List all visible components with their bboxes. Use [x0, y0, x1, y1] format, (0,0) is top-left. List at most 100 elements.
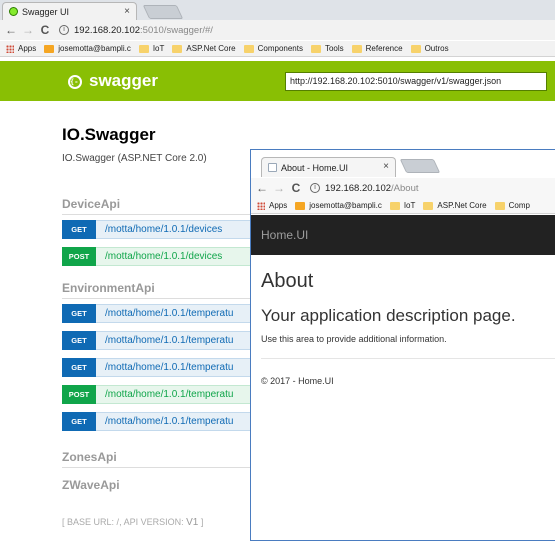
- api-description: IO.Swagger (ASP.NET Core 2.0): [62, 153, 207, 164]
- folder-icon: [172, 44, 183, 53]
- method-badge: GET: [62, 220, 96, 239]
- folder-icon: [351, 44, 362, 53]
- forward-arrow-icon[interactable]: →: [22, 23, 34, 37]
- page-footer: © 2017 - Home.UI: [261, 376, 334, 386]
- api-version-value: V1: [186, 517, 199, 528]
- reload-icon[interactable]: C: [39, 23, 51, 37]
- tab-swagger-ui[interactable]: Swagger UI ×: [2, 2, 137, 20]
- url-path: :5010/swagger/#/: [140, 24, 213, 36]
- swagger-logo-icon: {-}: [68, 75, 83, 89]
- address-bar[interactable]: i 192.168.20.102:5010/swagger/#/: [59, 25, 213, 36]
- page-body-text: Use this area to provide additional info…: [261, 334, 447, 344]
- bookmark-label: josemotta@bampli.c: [309, 201, 382, 210]
- browser-toolbar: ← → C i 192.168.20.102/About: [251, 178, 555, 198]
- back-arrow-icon[interactable]: ←: [5, 23, 17, 37]
- footer-bracket: [: [62, 517, 65, 527]
- info-icon[interactable]: i: [310, 183, 320, 193]
- folder-icon: [243, 44, 254, 53]
- tab-strip: About - Home.UI ×: [251, 150, 555, 178]
- operation-path: /motta/home/1.0.1/devices: [105, 224, 223, 235]
- bookmark-item[interactable]: ASP.Net Core: [423, 201, 487, 210]
- navbar-brand-link[interactable]: Home.UI: [261, 228, 308, 242]
- folder-icon: [423, 201, 434, 210]
- operation-path: /motta/home/1.0.1/temperatu: [105, 416, 234, 427]
- method-badge: POST: [62, 385, 96, 404]
- operation-path: /motta/home/1.0.1/temperatu: [105, 335, 234, 346]
- method-badge: GET: [62, 331, 96, 350]
- folder-icon: [310, 44, 321, 53]
- url-path: /About: [391, 182, 419, 194]
- mail-icon: [44, 44, 55, 53]
- bookmark-item[interactable]: Reference: [351, 44, 403, 53]
- bookmark-label: Tools: [324, 44, 344, 53]
- bookmark-item[interactable]: Outros: [410, 44, 449, 53]
- swagger-logo-text[interactable]: swagger: [89, 71, 158, 91]
- page-heading: About: [261, 270, 314, 292]
- home-ui-browser-window: About - Home.UI × ← → C i 192.168.20.102…: [250, 149, 555, 541]
- bookmark-apps[interactable]: Apps: [0, 44, 36, 53]
- bookmark-label: Reference: [365, 44, 403, 53]
- bookmark-label: Outros: [424, 44, 449, 53]
- bookmark-item[interactable]: Tools: [310, 44, 344, 53]
- page-subheading: Your application description page.: [261, 306, 516, 325]
- divider: [261, 358, 555, 359]
- tab-title: Swagger UI: [22, 6, 70, 17]
- bookmark-item[interactable]: IoT: [389, 201, 416, 210]
- bookmark-label: Apps: [18, 44, 37, 53]
- apps-grid-icon: [257, 201, 265, 210]
- tab-close-icon[interactable]: ×: [383, 161, 389, 172]
- tab-strip: Swagger UI ×: [0, 0, 555, 20]
- bookmark-label: Components: [257, 44, 303, 53]
- bookmark-item[interactable]: josemotta@bampli.c: [295, 201, 382, 210]
- spec-url-input[interactable]: http://192.168.20.102:5010/swagger/v1/sw…: [285, 72, 547, 91]
- bookmark-label: ASP.Net Core: [437, 201, 487, 210]
- bookmarks-bar: Apps josemotta@bampli.c IoT ASP.Net Core…: [251, 198, 555, 214]
- folder-icon: [494, 201, 505, 210]
- method-badge: GET: [62, 358, 96, 377]
- operation-path: /motta/home/1.0.1/temperatu: [105, 308, 234, 319]
- back-arrow-icon[interactable]: ←: [256, 181, 268, 195]
- bookmark-item[interactable]: josemotta@bampli.c: [44, 44, 131, 53]
- bookmark-apps[interactable]: Apps: [251, 201, 287, 210]
- url-host: 192.168.20.102: [325, 182, 392, 194]
- folder-icon: [410, 44, 421, 53]
- api-title: IO.Swagger: [62, 125, 156, 144]
- bookmark-label: Comp: [508, 201, 530, 210]
- bookmark-label: IoT: [403, 201, 416, 210]
- bookmark-item[interactable]: ASP.Net Core: [172, 44, 236, 53]
- method-badge: GET: [62, 412, 96, 431]
- method-badge: POST: [62, 247, 96, 266]
- tab-title: About - Home.UI: [281, 162, 349, 173]
- operation-path: /motta/home/1.0.1/devices: [105, 251, 223, 262]
- bookmark-item[interactable]: Comp: [494, 201, 530, 210]
- tab-close-icon[interactable]: ×: [124, 6, 130, 17]
- address-bar[interactable]: i 192.168.20.102/About: [310, 183, 419, 194]
- operation-path: /motta/home/1.0.1/temperatu: [105, 362, 234, 373]
- method-badge: GET: [62, 304, 96, 323]
- bookmark-item[interactable]: IoT: [138, 44, 165, 53]
- new-tab-button[interactable]: [399, 159, 441, 173]
- base-url-label: BASE URL: /: [67, 517, 120, 527]
- page-favicon-icon: [268, 163, 277, 172]
- swagger-favicon-icon: [9, 7, 18, 16]
- reload-icon[interactable]: C: [290, 181, 302, 195]
- apps-grid-icon: [6, 44, 14, 53]
- footer-bracket: ]: [200, 517, 204, 527]
- operation-path: /motta/home/1.0.1/temperatu: [105, 389, 234, 400]
- bookmark-label: IoT: [152, 44, 165, 53]
- navbar: Home.UI: [251, 215, 555, 255]
- tab-about-home-ui[interactable]: About - Home.UI ×: [261, 157, 396, 177]
- url-host: 192.168.20.102: [74, 24, 141, 36]
- api-version-label: , API VERSION:: [119, 517, 184, 527]
- mail-icon: [295, 201, 306, 210]
- swagger-footer: [ BASE URL: /, API VERSION: V1 ]: [62, 517, 203, 528]
- bookmark-item[interactable]: Components: [243, 44, 303, 53]
- bookmark-label: josemotta@bampli.c: [58, 44, 131, 53]
- folder-icon: [138, 44, 149, 53]
- folder-icon: [389, 201, 400, 210]
- bookmark-label: ASP.Net Core: [186, 44, 236, 53]
- new-tab-button[interactable]: [142, 5, 184, 19]
- bookmarks-bar: Apps josemotta@bampli.c IoT ASP.Net Core…: [0, 41, 555, 57]
- info-icon[interactable]: i: [59, 25, 69, 35]
- forward-arrow-icon[interactable]: →: [273, 181, 285, 195]
